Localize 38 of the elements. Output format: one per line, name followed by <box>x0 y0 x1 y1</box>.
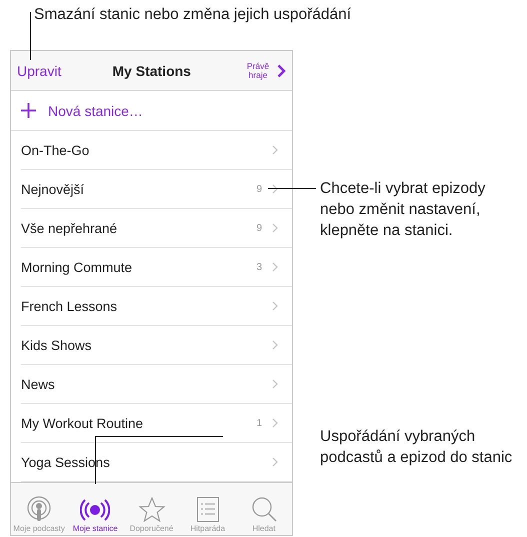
episode-count: 9 <box>256 222 262 234</box>
callout-text: Chcete-li vybrat epizody nebo změnit nastavení, klepněte na stanici. <box>320 179 486 241</box>
list-icon <box>196 497 219 522</box>
station-row[interactable]: French Lessons <box>21 287 292 326</box>
callout-text: Smazání stanic nebo změna jejich uspořádání <box>34 6 352 24</box>
chevron-icon <box>272 301 278 311</box>
new-station-button[interactable]: Nová stanice… <box>11 91 292 131</box>
chevron-icon <box>272 379 278 389</box>
plus-icon <box>21 103 36 118</box>
station-row[interactable]: Nejnovější 9 <box>21 170 292 209</box>
star-icon <box>138 497 164 522</box>
chevron-icon <box>272 457 278 467</box>
screen-title: My Stations <box>111 62 192 78</box>
leader-line <box>30 12 31 60</box>
station-row[interactable]: Morning Commute 3 <box>21 248 292 287</box>
tab-item[interactable]: Moje stanice <box>67 483 124 535</box>
chevron-icon <box>272 184 278 194</box>
edit-link[interactable]: Upravit <box>17 62 62 78</box>
now-playing-button[interactable]: Právě hraje <box>242 62 286 80</box>
broadcast-icon <box>80 498 110 522</box>
search-icon <box>250 496 277 522</box>
chevron-icon <box>272 145 278 155</box>
chevron-icon <box>272 418 278 428</box>
station-row[interactable]: Vše nepřehrané 9 <box>21 209 292 248</box>
episode-count: 9 <box>256 184 262 194</box>
chevron-icon <box>272 262 278 272</box>
station-row[interactable]: My Workout Routine 1 <box>21 404 292 443</box>
episode-count: 1 <box>256 418 262 428</box>
leader-line <box>268 188 316 189</box>
callout-text: Uspořádání vybraných podcastů a epizod do stanic <box>320 427 514 468</box>
podcast-icon <box>26 496 52 522</box>
station-row[interactable]: On-The-Go <box>21 131 292 170</box>
chevron-icon <box>272 340 278 350</box>
station-row[interactable]: News <box>21 365 292 404</box>
chevron-icon <box>277 64 286 78</box>
station-row[interactable]: Kids Shows <box>21 326 292 365</box>
episode-count: 3 <box>256 262 262 272</box>
chevron-icon <box>272 223 278 233</box>
